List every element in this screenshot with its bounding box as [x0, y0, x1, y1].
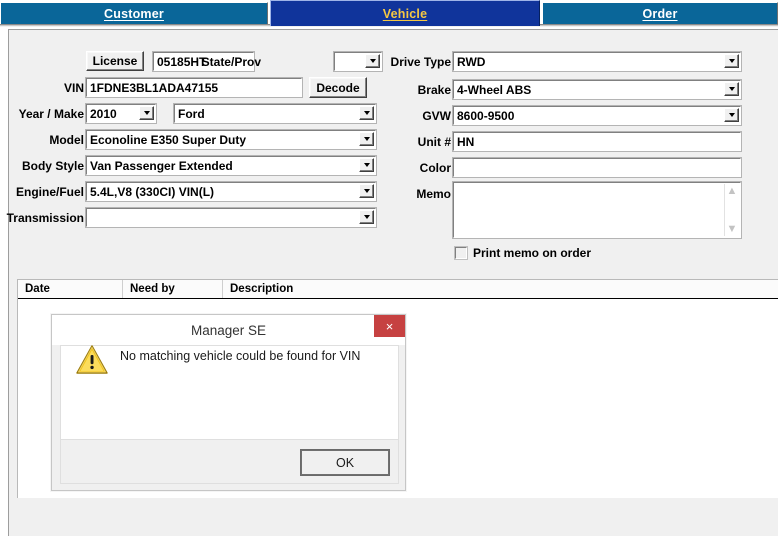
- print-memo-label: Print memo on order: [473, 246, 592, 260]
- column-header-date[interactable]: Date: [18, 280, 123, 298]
- column-header-description[interactable]: Description: [223, 280, 778, 298]
- color-input[interactable]: [452, 157, 742, 178]
- drive-type-value: RWD: [457, 55, 486, 69]
- state-prov-label: State/Prov: [201, 55, 261, 69]
- tab-vehicle[interactable]: Vehicle: [270, 0, 540, 26]
- dialog-title-bar: Manager SE: [52, 315, 405, 345]
- make-value: Ford: [178, 107, 205, 121]
- license-button-label: License: [92, 54, 138, 68]
- tab-order-label: Order: [642, 6, 678, 21]
- vin-input-value: 1FDNE3BL1ADA47155: [90, 81, 219, 95]
- scroll-up-icon[interactable]: ▲: [727, 186, 738, 197]
- model-value: Econoline E350 Super Duty: [90, 133, 247, 147]
- vin-input[interactable]: 1FDNE3BL1ADA47155: [85, 77, 303, 98]
- brake-value: 4-Wheel ABS: [457, 83, 532, 97]
- close-icon[interactable]: ×: [374, 315, 405, 337]
- license-button[interactable]: License: [86, 51, 144, 71]
- unit-number-label: Unit #: [417, 135, 451, 149]
- tab-customer[interactable]: Customer: [0, 2, 268, 24]
- drive-type-combobox[interactable]: RWD: [452, 51, 742, 72]
- model-combobox[interactable]: Econoline E350 Super Duty: [85, 129, 377, 150]
- chevron-down-icon[interactable]: [139, 106, 154, 120]
- decode-button-label: Decode: [316, 80, 360, 95]
- print-memo-checkbox-row[interactable]: Print memo on order: [454, 246, 592, 260]
- gvw-label: GVW: [422, 109, 451, 123]
- engine-fuel-label: Engine/Fuel: [15, 185, 84, 199]
- ok-button-label: OK: [335, 455, 355, 470]
- memo-label: Memo: [416, 187, 451, 201]
- unit-number-value: HN: [457, 135, 475, 149]
- make-combobox[interactable]: Ford: [173, 103, 377, 124]
- memo-scrollbar[interactable]: ▲ ▼: [724, 184, 739, 236]
- brake-label: Brake: [417, 83, 451, 97]
- unit-number-input[interactable]: HN: [452, 131, 742, 152]
- dialog-footer: OK: [60, 439, 399, 484]
- model-label: Model: [49, 133, 84, 147]
- scroll-down-icon[interactable]: ▼: [727, 224, 738, 235]
- print-memo-checkbox[interactable]: [454, 246, 468, 260]
- transmission-label: Transmission: [6, 211, 84, 225]
- body-style-label: Body Style: [21, 159, 84, 173]
- ok-button[interactable]: OK: [301, 450, 389, 475]
- vin-label: VIN: [63, 81, 84, 95]
- tab-customer-label: Customer: [104, 6, 164, 21]
- table-header-row: Date Need by Description: [18, 280, 778, 299]
- body-style-combobox[interactable]: Van Passenger Extended: [85, 155, 377, 176]
- tab-strip: Customer Vehicle Order: [0, 0, 778, 26]
- body-style-value: Van Passenger Extended: [90, 159, 233, 173]
- manager-se-dialog: Manager SE × No matching vehicle could b…: [51, 314, 406, 491]
- engine-fuel-value: 5.4L,V8 (330CI) VIN(L): [90, 185, 215, 199]
- tab-vehicle-label: Vehicle: [382, 6, 428, 21]
- vehicle-form-window: Customer Vehicle Order License 05185HT S…: [0, 0, 778, 536]
- dialog-message: No matching vehicle could be found for V…: [120, 349, 361, 363]
- close-icon-glyph: ×: [385, 318, 394, 334]
- dialog-frame: Manager SE × No matching vehicle could b…: [52, 315, 405, 490]
- year-value: 2010: [90, 107, 117, 121]
- chevron-down-icon[interactable]: [359, 210, 374, 224]
- chevron-down-icon[interactable]: [724, 82, 739, 96]
- warning-triangle-icon: [76, 345, 108, 374]
- chevron-down-icon[interactable]: [724, 54, 739, 68]
- year-combobox[interactable]: 2010: [85, 103, 157, 124]
- engine-fuel-combobox[interactable]: 5.4L,V8 (330CI) VIN(L): [85, 181, 377, 202]
- transmission-combobox[interactable]: [85, 207, 377, 228]
- drive-type-label: Drive Type: [390, 55, 451, 69]
- dialog-title-text: Manager SE: [190, 322, 267, 338]
- brake-combobox[interactable]: 4-Wheel ABS: [452, 79, 742, 100]
- gvw-value: 8600-9500: [457, 109, 515, 123]
- year-make-label: Year / Make: [18, 107, 84, 121]
- color-label: Color: [419, 161, 451, 175]
- memo-textarea[interactable]: ▲ ▼: [452, 181, 742, 239]
- tab-order[interactable]: Order: [542, 2, 778, 24]
- column-header-need-by[interactable]: Need by: [123, 280, 223, 298]
- gvw-combobox[interactable]: 8600-9500: [452, 105, 742, 126]
- decode-button[interactable]: Decode: [309, 77, 367, 98]
- chevron-down-icon[interactable]: [724, 108, 739, 122]
